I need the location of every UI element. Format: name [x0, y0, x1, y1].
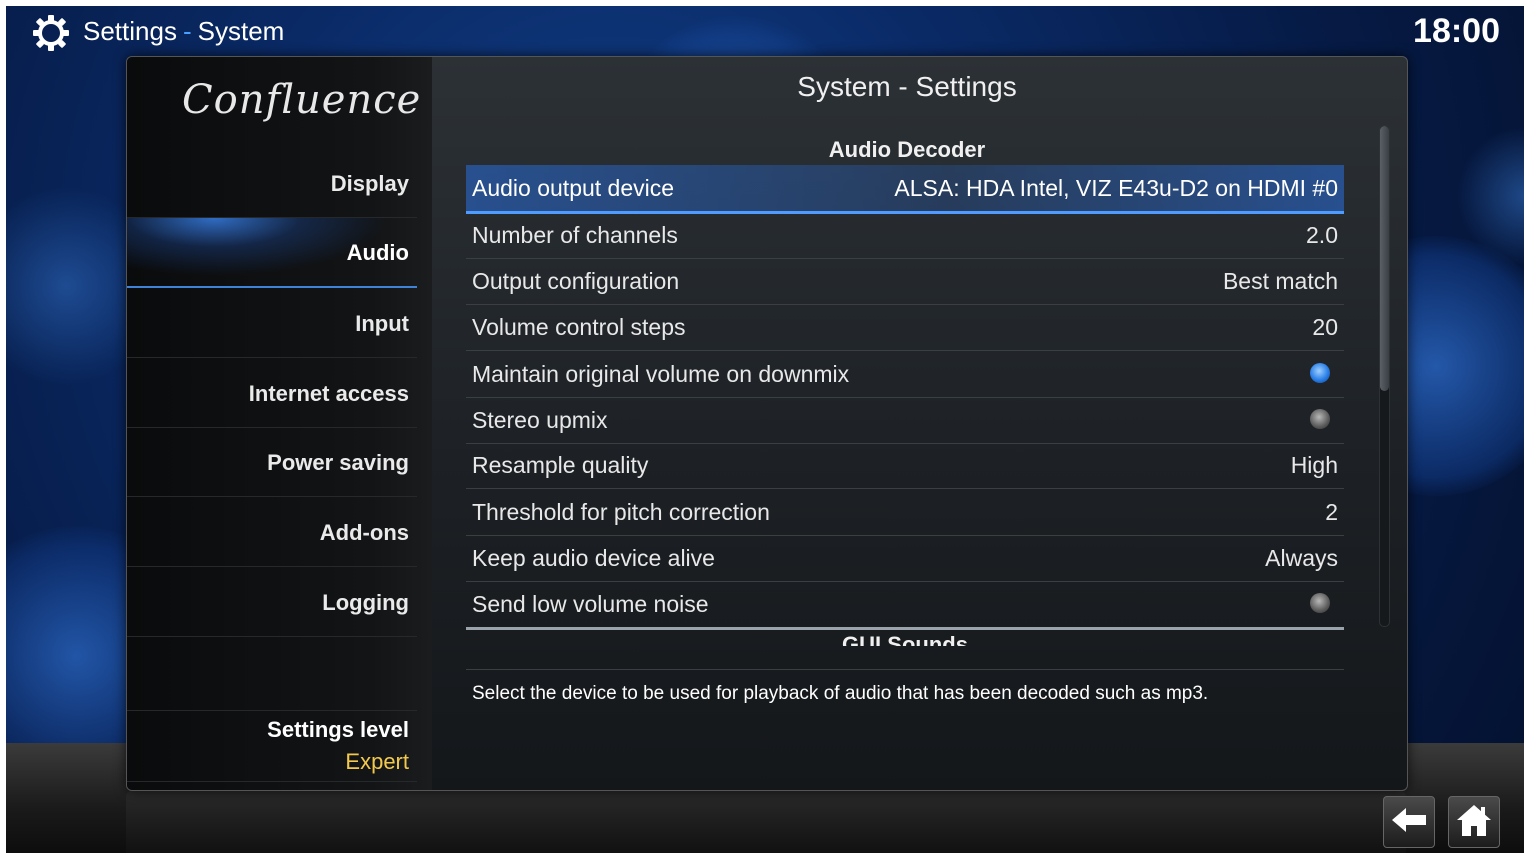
scrollbar[interactable]	[1379, 125, 1390, 627]
description-divider	[466, 669, 1344, 670]
setting-number-of-channels[interactable]: Number of channels 2.0	[466, 212, 1344, 259]
breadcrumb-section: Settings	[83, 16, 177, 46]
settings-level-button[interactable]: Settings level Expert	[127, 710, 417, 782]
setting-label: Keep audio device alive	[472, 545, 715, 571]
setting-label: Send low volume noise	[472, 591, 709, 617]
settings-dialog: Confluence Display Audio Input Internet …	[126, 56, 1408, 791]
setting-maintain-original-volume[interactable]: Maintain original volume on downmix	[466, 351, 1344, 398]
toggle-on-radio[interactable]	[1310, 363, 1330, 383]
dialog-title: System - Settings	[797, 71, 1017, 102]
toggle-off-radio[interactable]	[1310, 409, 1330, 429]
breadcrumb-subsection: System	[197, 16, 285, 46]
sidebar-item-label: Add-ons	[319, 520, 409, 545]
back-arrow-icon	[1390, 805, 1428, 840]
confluence-logo: Confluence	[182, 77, 422, 123]
next-section-title: GUI Sounds	[466, 627, 1344, 646]
setting-value: ALSA: HDA Intel, VIZ E43u-D2 on HDMI #0	[894, 175, 1338, 201]
sidebar-item-label: Audio	[346, 240, 409, 265]
setting-send-low-volume-noise[interactable]: Send low volume noise	[466, 581, 1344, 628]
setting-volume-control-steps[interactable]: Volume control steps 20	[466, 304, 1344, 351]
settings-content: System - Settings X Audio Decoder Audio …	[432, 57, 1407, 790]
next-section-label: GUI Sounds	[842, 632, 968, 646]
sidebar-item-input[interactable]: Input	[127, 289, 417, 358]
home-icon	[1455, 802, 1493, 843]
setting-output-configuration[interactable]: Output configuration Best match	[466, 258, 1344, 305]
setting-value: 20	[1312, 314, 1338, 340]
section-title: Audio Decoder	[828, 137, 986, 162]
sidebar-item-label: Display	[330, 171, 409, 196]
setting-resample-quality[interactable]: Resample quality High	[466, 442, 1344, 489]
scrollbar-thumb[interactable]	[1380, 126, 1389, 391]
sidebar-item-label: Input	[355, 311, 409, 336]
setting-label: Threshold for pitch correction	[472, 499, 770, 525]
setting-label: Number of channels	[472, 222, 678, 248]
sidebar-item-power-saving[interactable]: Power saving	[127, 428, 417, 497]
sidebar-item-logging[interactable]: Logging	[127, 568, 417, 637]
sidebar-item-label: Internet access	[248, 381, 409, 406]
setting-threshold-pitch-correction[interactable]: Threshold for pitch correction 2	[466, 489, 1344, 536]
setting-description: Select the device to be used for playbac…	[472, 683, 1209, 704]
setting-keep-audio-device-alive[interactable]: Keep audio device alive Always	[466, 535, 1344, 582]
sidebar: Confluence Display Audio Input Internet …	[127, 57, 432, 790]
setting-label: Output configuration	[472, 268, 680, 294]
sidebar-item-display[interactable]: Display	[127, 149, 417, 218]
sidebar-item-internet-access[interactable]: Internet access	[127, 359, 417, 428]
setting-audio-output-device[interactable]: Audio output device ALSA: HDA Intel, VIZ…	[466, 165, 1344, 214]
toggle-off-radio[interactable]	[1310, 593, 1330, 613]
setting-label: Audio output device	[472, 175, 675, 201]
back-button[interactable]	[1383, 796, 1435, 848]
setting-stereo-upmix[interactable]: Stereo upmix	[466, 397, 1344, 444]
setting-label: Resample quality	[472, 452, 649, 478]
breadcrumb: Settings - System	[83, 16, 284, 47]
sidebar-item-label: Power saving	[267, 450, 409, 475]
breadcrumb-separator: -	[182, 16, 192, 46]
home-button[interactable]	[1448, 796, 1500, 848]
setting-value: Best match	[1222, 268, 1338, 294]
setting-value: High	[1290, 452, 1338, 478]
sidebar-item-audio[interactable]: Audio	[127, 218, 417, 288]
clock: 18:00	[1413, 12, 1500, 50]
bottom-panel	[126, 791, 1406, 853]
gear-icon	[32, 14, 70, 52]
settings-level-value: Expert	[345, 749, 409, 774]
setting-value: 2.0	[1306, 222, 1338, 248]
setting-value: 2	[1325, 499, 1338, 525]
setting-label: Maintain original volume on downmix	[472, 361, 850, 387]
setting-value: Always	[1265, 545, 1338, 571]
settings-level-label: Settings level	[267, 717, 409, 742]
sidebar-item-label: Logging	[322, 590, 409, 615]
setting-label: Volume control steps	[472, 314, 686, 340]
setting-label: Stereo upmix	[472, 407, 608, 433]
sidebar-item-add-ons[interactable]: Add-ons	[127, 498, 417, 567]
screen: Settings - System 18:00 Confluence Display…	[6, 6, 1524, 853]
